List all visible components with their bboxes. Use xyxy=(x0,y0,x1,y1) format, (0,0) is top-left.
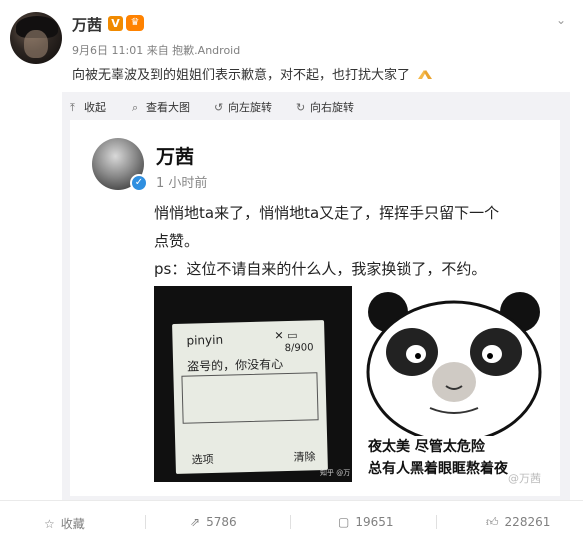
view-large-button[interactable]: ⌕ 查看大图 xyxy=(132,99,190,115)
action-divider xyxy=(290,515,291,529)
collapse-up-icon: ⤒ xyxy=(70,101,75,114)
post-text: 向被无辜波及到的姐姐们表示歉意，对不起，也打扰大家了 xyxy=(72,64,434,83)
author-avatar[interactable] xyxy=(10,12,62,64)
panda-caption-2: 总有人黑着眼眶熬着夜 xyxy=(368,461,508,477)
repost-icon: ⇗ xyxy=(190,515,201,529)
like-count: 228261 xyxy=(504,515,551,529)
thumbs-up-icon: 👍︎ xyxy=(486,515,499,529)
collapse-label: 收起 xyxy=(84,101,106,114)
phone-watermark: 知乎 @万 xyxy=(320,469,351,477)
action-divider xyxy=(436,515,437,529)
weibo-watermark: @万茜 xyxy=(508,472,541,485)
favorite-label: 收藏 xyxy=(60,517,85,531)
post-meta: 9月6日 11:01 来自 抱歉.Android xyxy=(72,44,241,57)
rotate-right-icon: ↻ xyxy=(296,101,306,114)
panda-caption-1: 夜太美 尽管太危险 xyxy=(368,439,485,455)
media-toolbar: ⤒ 收起 ⌕ 查看大图 ↺ 向左旋转 ↻ 向右旋转 xyxy=(62,92,570,118)
inner-text-line: 点赞。 xyxy=(154,232,200,250)
action-divider xyxy=(145,515,146,529)
member-crown-icon[interactable]: ♛ xyxy=(126,15,144,31)
inner-text-line: ps：这位不请自来的什么人，我家换锁了，不约。 xyxy=(154,260,487,278)
comment-icon: ▢ xyxy=(338,515,350,529)
input-mode-label: pinyin xyxy=(186,332,224,348)
repost-count: 5786 xyxy=(206,515,237,529)
phone-input-box xyxy=(181,372,319,424)
magnifier-icon: ⌕ xyxy=(132,101,139,114)
rotate-left-icon: ↺ xyxy=(214,101,224,114)
like-button[interactable]: 👍︎ 228261 xyxy=(486,515,550,530)
inner-text-line: 悄悄地ta来了，悄悄地ta又走了，挥挥手只留下一个 xyxy=(154,204,500,222)
rotate-left-button[interactable]: ↺ 向左旋转 xyxy=(214,99,272,115)
view-large-label: 查看大图 xyxy=(146,101,190,114)
signal-battery-icon: ✕ ▭ xyxy=(274,328,298,343)
char-counter: 8/900 xyxy=(284,342,314,355)
author-name[interactable]: 万茜 xyxy=(72,14,102,35)
right-softkey: 清除 xyxy=(293,450,316,464)
post-image[interactable]: ✓ 万茜 1 小时前 悄悄地ta来了，悄悄地ta又走了，挥挥手只留下一个 点赞。… xyxy=(70,120,560,496)
favorite-button[interactable]: ☆ 收藏 xyxy=(44,515,85,532)
inner-author-name: 万茜 xyxy=(156,146,195,168)
post-text-content: 向被无辜波及到的姐姐们表示歉意，对不起，也打扰大家了 xyxy=(72,68,411,83)
verified-check-icon: ✓ xyxy=(130,174,148,192)
praying-hands-icon xyxy=(418,70,433,79)
panda-face-icon xyxy=(366,292,542,444)
left-softkey: 选项 xyxy=(191,452,214,467)
star-icon: ☆ xyxy=(44,517,55,531)
rotate-left-label: 向左旋转 xyxy=(228,101,272,114)
phone-lcd: pinyin ✕ ▭ 8/900 盗号的，你没有心 选项 清除 xyxy=(172,320,328,474)
post-header: 万茜 V ♛ ⌄ 9月6日 11:01 来自 抱歉.Android 向被无辜波及… xyxy=(0,0,583,90)
rotate-right-button[interactable]: ↻ 向右旋转 xyxy=(296,99,354,115)
media-viewer: ⤒ 收起 ⌕ 查看大图 ↺ 向左旋转 ↻ 向右旋转 ✓ 万茜 1 小时前 悄悄地ta来了… xyxy=(62,92,570,500)
comment-button[interactable]: ▢ 19651 xyxy=(338,515,394,529)
phone-message: 盗号的，你没有心 xyxy=(187,357,284,374)
verified-v-icon: V xyxy=(108,16,123,31)
phone-screen-photo: pinyin ✕ ▭ 8/900 盗号的，你没有心 选项 清除 知乎 @万 xyxy=(154,286,352,482)
panda-meme: 夜太美 尽管太危险 总有人黑着眼眶熬着夜 xyxy=(360,286,548,482)
repost-button[interactable]: ⇗ 5786 xyxy=(190,515,237,529)
comment-count: 19651 xyxy=(355,515,394,529)
action-bar: ☆ 收藏 ⇗ 5786 ▢ 19651 👍︎ 228261 xyxy=(0,500,583,536)
chevron-down-icon[interactable]: ⌄ xyxy=(556,14,570,26)
rotate-right-label: 向右旋转 xyxy=(310,101,354,114)
collapse-button[interactable]: ⤒ 收起 xyxy=(70,99,106,115)
inner-timestamp: 1 小时前 xyxy=(156,176,208,191)
